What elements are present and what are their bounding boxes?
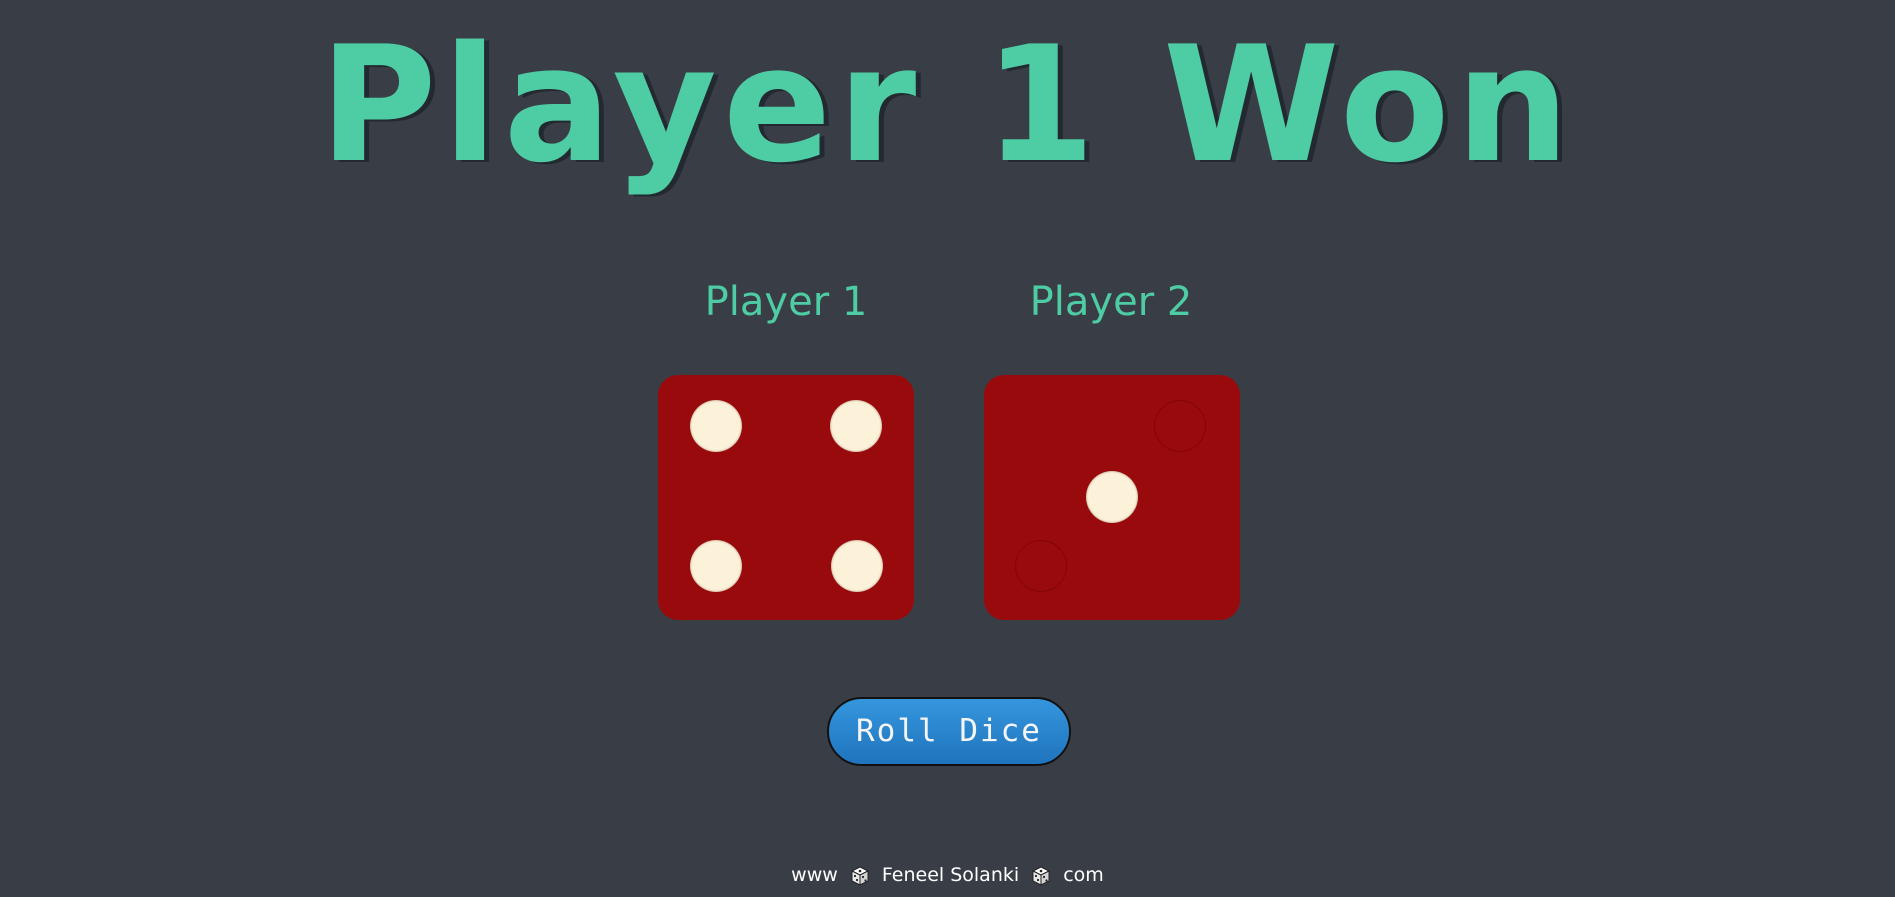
die-pip-hidden (1154, 400, 1206, 452)
dice-icon (850, 865, 869, 886)
footer-suffix: com (1063, 864, 1104, 886)
die-pip (831, 540, 883, 592)
player-2-die (984, 375, 1240, 620)
game-result-title: Player 1 Won (319, 11, 1576, 198)
footer-name: Feneel Solanki (881, 864, 1020, 886)
player-1-label: Player 1 (704, 279, 868, 325)
die-pip-hidden (1015, 540, 1067, 592)
die-pip (690, 540, 742, 592)
roll-dice-button[interactable]: Roll Dice (827, 697, 1071, 766)
footer-prefix: www (791, 864, 838, 886)
die-pip (690, 400, 742, 452)
player-2-label: Player 2 (1029, 279, 1193, 325)
die-pip (830, 400, 882, 452)
footer-credit: www Feneel Solanki com (0, 860, 1895, 890)
dice-icon (1032, 865, 1051, 886)
player-1-die (658, 375, 914, 620)
die-pip (1086, 471, 1138, 523)
